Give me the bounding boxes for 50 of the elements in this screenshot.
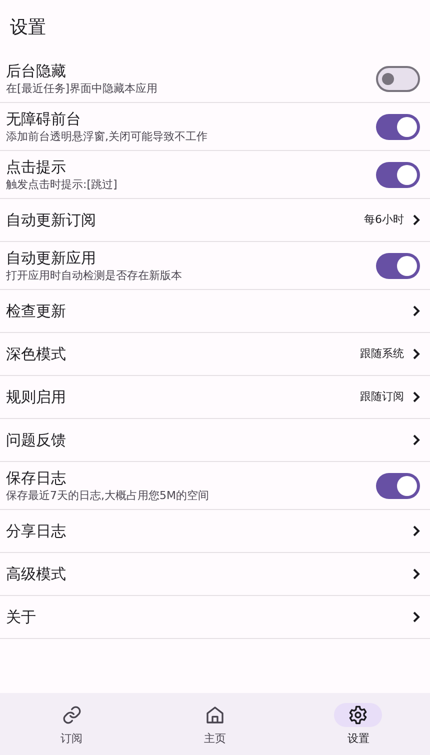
settings-row[interactable]: 检查更新 (0, 290, 430, 333)
setting-label: 自动更新订阅 (6, 210, 97, 230)
toggle-switch[interactable] (376, 252, 420, 278)
setting-description: 打开应用时自动检测是否存在新版本 (6, 268, 183, 283)
setting-value: 跟随系统 (360, 346, 404, 362)
setting-label: 自动更新应用 (6, 248, 97, 268)
nav-label: 主页 (204, 731, 226, 747)
setting-label: 无障碍前台 (6, 109, 82, 129)
settings-icon (348, 705, 368, 725)
setting-description: 添加前台透明悬浮窗,关闭可能导致不工作 (6, 129, 208, 144)
nav-label: 设置 (347, 731, 370, 747)
setting-label: 高级模式 (6, 564, 67, 584)
setting-label: 问题反馈 (6, 430, 67, 450)
toggle-switch[interactable] (376, 114, 420, 140)
chevron-icon (412, 305, 420, 317)
toggle-switch[interactable] (376, 66, 420, 92)
chevron-icon (412, 348, 420, 360)
home-icon (204, 705, 225, 725)
nav-label: 订阅 (60, 731, 83, 747)
settings-row[interactable]: 规则启用 跟随订阅 (0, 376, 430, 419)
chevron-icon (412, 434, 420, 446)
settings-row[interactable]: 高级模式 (0, 553, 430, 596)
settings-row[interactable]: 深色模式 跟随系统 (0, 333, 430, 376)
setting-description: 保存最近7天的日志,大概占用您5M的空间 (6, 488, 210, 503)
settings-row[interactable]: 关于 (0, 596, 430, 639)
setting-label: 后台隐藏 (6, 61, 67, 81)
chevron-icon (412, 525, 420, 537)
setting-label: 规则启用 (6, 387, 67, 407)
settings-row[interactable]: 问题反馈 (0, 419, 430, 462)
settings-row[interactable]: 分享日志 (0, 510, 430, 553)
setting-description: 在[最近任务]界面中隐藏本应用 (6, 81, 159, 96)
chevron-icon (412, 391, 420, 403)
setting-value: 跟随订阅 (360, 388, 404, 405)
setting-description: 触发点击时提示:[跳过] (6, 177, 118, 192)
settings-row[interactable]: 自动更新订阅 每6小时 (0, 199, 430, 242)
chevron-icon (412, 568, 420, 580)
nav-tab[interactable] (334, 703, 382, 727)
toggle-switch[interactable] (376, 162, 420, 188)
setting-label: 关于 (6, 607, 37, 627)
setting-label: 检查更新 (6, 301, 67, 321)
chevron-icon (412, 214, 420, 226)
chevron-icon (412, 611, 420, 623)
page-title: 设置 (10, 16, 46, 40)
setting-label: 保存日志 (6, 468, 67, 488)
link-icon (62, 705, 82, 725)
setting-label: 深色模式 (6, 344, 67, 364)
setting-label: 点击提示 (6, 157, 67, 177)
toggle-switch[interactable] (376, 472, 420, 498)
setting-label: 分享日志 (6, 521, 67, 541)
setting-value: 每6小时 (364, 212, 404, 228)
